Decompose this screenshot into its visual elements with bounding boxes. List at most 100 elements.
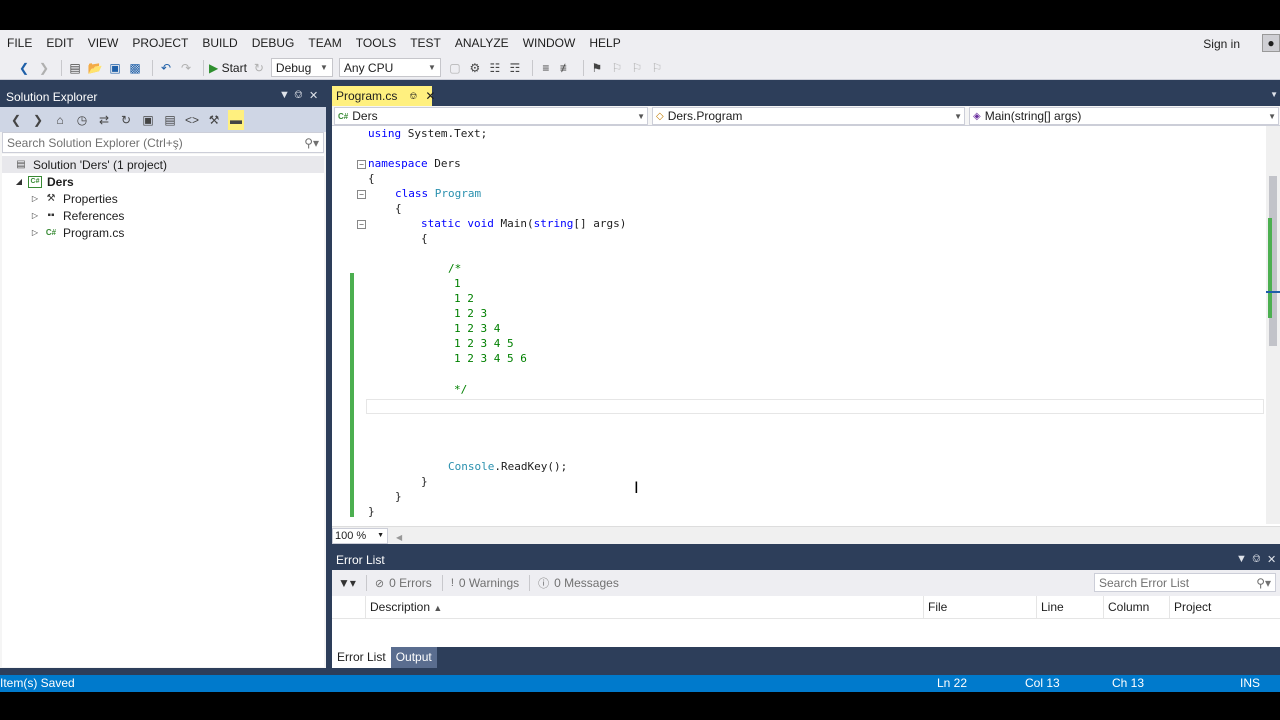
method-icon: ◈ xyxy=(973,110,981,122)
view-code-icon[interactable]: <> xyxy=(184,110,200,130)
back-icon[interactable]: ❮ xyxy=(8,110,24,130)
browser-link-icon[interactable]: ▢ xyxy=(447,58,463,78)
collapse-arrow-icon[interactable]: ◢ xyxy=(14,177,24,186)
menu-edit[interactable]: EDIT xyxy=(39,30,80,56)
home-icon[interactable]: ⌂ xyxy=(52,110,68,130)
expand-arrow-icon[interactable]: ▷ xyxy=(30,228,40,237)
menu-help[interactable]: HELP xyxy=(582,30,627,56)
find-icon[interactable]: ⚙ xyxy=(467,58,483,78)
back-icon[interactable]: ❮ xyxy=(16,58,32,78)
start-button[interactable]: ▶ Start xyxy=(209,58,247,78)
code-comment: 1 2 3 xyxy=(454,307,488,320)
pin-icon[interactable]: ⎊ xyxy=(1252,553,1261,566)
show-all-files-icon[interactable]: ▤ xyxy=(162,110,178,130)
tree-item-program-cs[interactable]: ▷ C# Program.cs xyxy=(2,224,324,241)
fold-toggle-icon[interactable]: − xyxy=(357,220,366,229)
menu-file[interactable]: FILE xyxy=(0,30,39,56)
next-bookmark-icon[interactable]: ⚐ xyxy=(629,58,645,78)
close-icon[interactable]: ✕ xyxy=(309,89,318,102)
clear-bookmarks-icon[interactable]: ⚐ xyxy=(649,58,665,78)
properties-wrench-icon[interactable]: ⚒ xyxy=(206,110,222,130)
save-icon[interactable]: ▣ xyxy=(107,58,123,78)
tree-item-properties[interactable]: ▷ ⚒ Properties xyxy=(2,190,324,207)
column-header-column[interactable]: Column xyxy=(1103,596,1169,619)
member-dropdown[interactable]: ◈ Main(string[] args) ▼ xyxy=(969,107,1279,125)
comment-icon[interactable]: ≡ xyxy=(538,58,554,78)
expand-arrow-icon[interactable]: ▷ xyxy=(30,211,40,220)
menu-view[interactable]: VIEW xyxy=(81,30,126,56)
prev-bookmark-icon[interactable]: ⚐ xyxy=(609,58,625,78)
editor-vertical-scrollbar[interactable] xyxy=(1266,126,1280,524)
collapse-all-icon[interactable]: ▣ xyxy=(140,110,156,130)
menu-team[interactable]: TEAM xyxy=(301,30,348,56)
account-icon[interactable]: ● xyxy=(1262,34,1280,52)
properties-icon[interactable]: ☶ xyxy=(507,58,523,78)
solution-platform-dropdown[interactable]: Any CPU ▼ xyxy=(338,58,441,77)
references-icon: ▪▪ xyxy=(47,210,55,221)
chevron-down-icon: ▼ xyxy=(637,111,645,121)
tree-item-project[interactable]: ◢ C# Ders xyxy=(2,173,324,190)
column-header-project[interactable]: Project xyxy=(1169,596,1280,619)
uncomment-icon[interactable]: ≢ xyxy=(558,58,574,78)
tab-output[interactable]: Output xyxy=(390,647,437,668)
project-dropdown[interactable]: C# Ders ▼ xyxy=(334,107,648,125)
window-position-icon[interactable]: ▼ xyxy=(279,89,290,101)
refresh-icon[interactable]: ↻ xyxy=(251,58,267,78)
sign-in-link[interactable]: Sign in xyxy=(1203,30,1240,58)
code-text-area[interactable]: − − − using System.Text; namespace Ders … xyxy=(332,126,1266,524)
solution-configuration-dropdown[interactable]: Debug ▼ xyxy=(270,58,333,77)
open-file-icon[interactable]: 📂 xyxy=(87,58,103,78)
toolbar-separator xyxy=(531,59,533,76)
solution-explorer-search-input[interactable]: Search Solution Explorer (Ctrl+ş) ⚲▾ xyxy=(2,132,324,153)
pending-changes-icon[interactable]: ◷ xyxy=(74,110,90,130)
fold-toggle-icon[interactable]: − xyxy=(357,160,366,169)
type-dropdown[interactable]: ◇ Ders.Program ▼ xyxy=(652,107,965,125)
fold-toggle-icon[interactable]: − xyxy=(357,190,366,199)
menu-debug[interactable]: DEBUG xyxy=(245,30,302,56)
new-project-icon[interactable]: ▤ xyxy=(67,58,83,78)
messages-count: 0 Messages xyxy=(554,576,619,590)
undo-icon[interactable]: ↶ xyxy=(158,58,174,78)
warnings-toggle[interactable]: ! 0 Warnings xyxy=(451,576,519,590)
close-icon[interactable]: ✕ xyxy=(1267,553,1276,566)
forward-icon[interactable]: ❯ xyxy=(36,58,52,78)
filter-icon[interactable]: ▼▾ xyxy=(338,576,356,590)
pin-icon[interactable]: ⎊ xyxy=(409,91,417,102)
messages-toggle[interactable]: ⓘ 0 Messages xyxy=(538,575,619,591)
menu-project[interactable]: PROJECT xyxy=(125,30,195,56)
errors-toggle[interactable]: ⊘ 0 Errors xyxy=(375,576,432,590)
code-comment: 1 xyxy=(454,277,461,290)
column-header-line[interactable]: Line xyxy=(1036,596,1103,619)
tab-program-cs[interactable]: Program.cs ⎊ ✕ xyxy=(332,86,435,106)
close-tab-icon[interactable]: ✕ xyxy=(425,89,435,103)
refresh-icon[interactable]: ↻ xyxy=(118,110,134,130)
tree-item-references[interactable]: ▷ ▪▪ References xyxy=(2,207,324,224)
column-header-description[interactable]: Description ▲ xyxy=(365,596,923,619)
redo-icon[interactable]: ↷ xyxy=(178,58,194,78)
menu-analyze[interactable]: ANALYZE xyxy=(448,30,516,56)
window-position-icon[interactable]: ▼ xyxy=(1236,553,1247,565)
menu-build[interactable]: BUILD xyxy=(195,30,244,56)
column-header-file[interactable]: File xyxy=(923,596,1036,619)
solution-explorer-icon[interactable]: ☷ xyxy=(487,58,503,78)
chevron-down-icon[interactable]: ▼ xyxy=(1270,90,1278,99)
code-line: } xyxy=(395,489,402,504)
zoom-dropdown[interactable]: 100 % ▼ xyxy=(332,528,388,544)
tree-item-label: Solution 'Ders' (1 project) xyxy=(33,157,167,172)
menu-tools[interactable]: TOOLS xyxy=(349,30,403,56)
error-list-search-input[interactable]: Search Error List ⚲▾ xyxy=(1094,573,1276,592)
forward-icon[interactable]: ❯ xyxy=(30,110,46,130)
toolbar-separator xyxy=(203,59,204,76)
tab-error-list[interactable]: Error List xyxy=(332,647,391,668)
menu-window[interactable]: WINDOW xyxy=(516,30,583,56)
scroll-left-icon[interactable]: ◀ xyxy=(396,533,402,542)
save-all-icon[interactable]: ▩ xyxy=(127,58,143,78)
tree-item-solution[interactable]: ▤ Solution 'Ders' (1 project) xyxy=(2,156,324,173)
expand-arrow-icon[interactable]: ▷ xyxy=(30,194,40,203)
csharp-project-icon: C# xyxy=(28,175,42,188)
bookmark-icon[interactable]: ⚑ xyxy=(589,58,605,78)
menu-test[interactable]: TEST xyxy=(403,30,448,56)
sync-icon[interactable]: ⇄ xyxy=(96,110,112,130)
pin-icon[interactable]: ⎊ xyxy=(294,89,303,102)
preview-icon[interactable]: ▬ xyxy=(228,109,244,130)
